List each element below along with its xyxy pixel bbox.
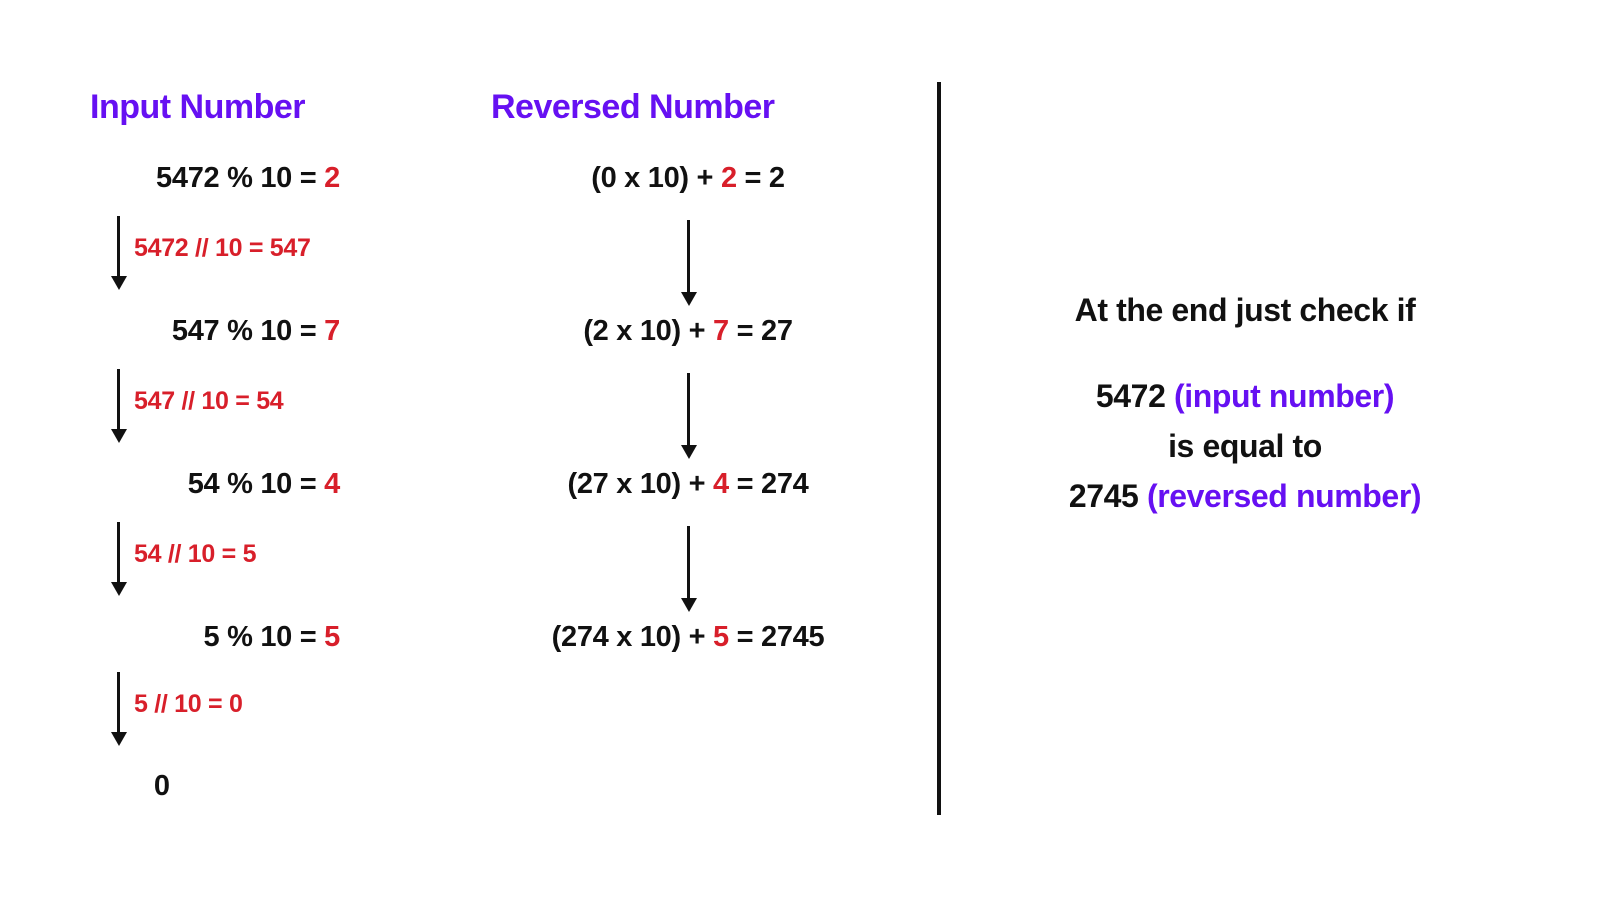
down-arrow-icon (110, 522, 127, 596)
input-step-expression: 5 % 10 = (203, 621, 325, 653)
arrow-head (680, 445, 697, 459)
reversed-step-suffix: = 2745 (728, 621, 825, 653)
reversed-step-row: (27 x 10) + 4 = 274 (458, 468, 918, 501)
down-arrow-icon (680, 526, 697, 612)
reversed-step-prefix: (27 x 10) + (567, 468, 714, 500)
input-step-row: 54 % 10 = 4 (80, 468, 341, 501)
column-heading-reversed-number: Reversed Number (491, 88, 775, 126)
arrow-shaft (687, 526, 690, 598)
input-step-digit: 7 (324, 315, 340, 347)
arrow-head (110, 732, 127, 746)
vertical-divider (937, 82, 941, 815)
input-final-value: 0 (153, 770, 170, 802)
input-step-expression: 547 % 10 = (171, 315, 325, 347)
conclusion-reversed-label: (reversed number) (1146, 478, 1422, 514)
reversed-step-digit: 7 (713, 315, 729, 347)
reversed-step-row: (0 x 10) + 2 = 2 (458, 162, 918, 195)
down-arrow-icon (680, 373, 697, 459)
input-step-row: 547 % 10 = 7 (80, 315, 340, 348)
reversed-step-digit: 5 (713, 621, 729, 653)
arrow-shaft (117, 522, 120, 582)
floor-division-note: 5472 // 10 = 547 (134, 234, 311, 262)
input-step-digit: 5 (324, 621, 340, 653)
floor-division-note: 5 // 10 = 0 (134, 690, 243, 718)
reversed-step-row: (2 x 10) + 7 = 27 (458, 315, 918, 348)
down-arrow-icon (110, 369, 127, 443)
reversed-step-suffix: = 2 (736, 162, 786, 194)
conclusion-reversed-number: 2745 (1068, 478, 1147, 514)
arrow-shaft (687, 220, 690, 292)
diagram-canvas: Input Number Reversed Number 5472 % 10 =… (0, 0, 1600, 900)
reversed-step-prefix: (0 x 10) + (591, 162, 721, 194)
conclusion-reversed-line: 2745 (reversed number) (960, 480, 1530, 512)
input-step-expression: 5472 % 10 = (156, 162, 325, 194)
reversed-step-prefix: (2 x 10) + (583, 315, 714, 347)
conclusion-input-line: 5472 (input number) (960, 380, 1530, 412)
arrow-head (110, 429, 127, 443)
column-heading-input-number: Input Number (90, 88, 305, 126)
down-arrow-icon (110, 672, 127, 746)
down-arrow-icon (110, 216, 127, 290)
input-step-digit: 2 (324, 162, 340, 194)
arrow-shaft (117, 672, 120, 732)
reversed-step-digit: 2 (720, 162, 737, 194)
arrow-shaft (117, 216, 120, 276)
floor-division-note: 547 // 10 = 54 (134, 387, 284, 415)
arrow-shaft (117, 369, 120, 429)
reversed-step-digit: 4 (713, 468, 729, 500)
reversed-step-suffix: = 274 (728, 468, 809, 500)
input-step-expression: 54 % 10 = (187, 468, 325, 500)
input-step-digit: 4 (324, 468, 340, 500)
arrow-head (110, 276, 127, 290)
conclusion-heading: At the end just check if (1074, 292, 1416, 328)
arrow-head (680, 598, 697, 612)
conclusion-comparison-text: is equal to (1168, 428, 1322, 464)
conclusion-input-label: (input number) (1173, 378, 1395, 414)
floor-division-note: 54 // 10 = 5 (134, 540, 257, 568)
reversed-step-prefix: (274 x 10) + (551, 621, 714, 653)
down-arrow-icon (680, 220, 697, 306)
conclusion-input-number: 5472 (1095, 378, 1174, 414)
arrow-head (110, 582, 127, 596)
reversed-step-row: (274 x 10) + 5 = 2745 (458, 621, 918, 654)
conclusion-panel: At the end just check if 5472 (input num… (960, 294, 1530, 512)
arrow-shaft (687, 373, 690, 445)
reversed-step-suffix: = 27 (728, 315, 793, 347)
arrow-head (680, 292, 697, 306)
input-step-row: 5472 % 10 = 2 (80, 162, 340, 195)
input-step-row: 5 % 10 = 5 (80, 621, 341, 654)
